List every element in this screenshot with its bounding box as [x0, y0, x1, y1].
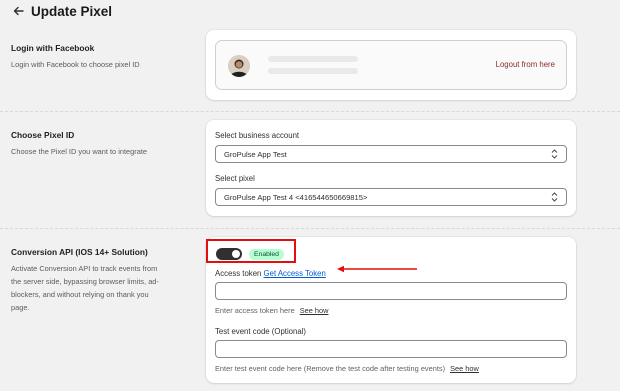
toggle-highlight-box: Enabled [206, 239, 296, 263]
pixel-section-title: Choose Pixel ID [11, 130, 75, 140]
avatar [228, 55, 250, 77]
business-account-label: Select business account [215, 131, 300, 140]
conversion-card: Enabled Access token Get Access Token En… [206, 237, 576, 383]
get-access-token-link[interactable]: Get Access Token [264, 269, 326, 278]
section-divider [0, 111, 620, 112]
test-code-help-text: Enter test event code here (Remove the t… [215, 364, 446, 373]
status-badge: Enabled [249, 249, 284, 260]
login-section-title: Login with Facebook [11, 43, 95, 53]
access-token-help-text: Enter access token here [215, 306, 295, 315]
pixel-section-description: Choose the Pixel ID you want to integrat… [11, 147, 147, 156]
access-token-label: Access token Get Access Token [215, 269, 326, 278]
chevron-up-down-icon [551, 191, 558, 205]
login-card: Logout from here [206, 30, 576, 100]
test-code-help: Enter test event code here (Remove the t… [215, 364, 479, 373]
conversion-api-toggle[interactable] [216, 248, 242, 260]
conversion-section-description: Activate Conversion API to track events … [11, 262, 159, 314]
login-section-description: Login with Facebook to choose pixel ID [11, 60, 140, 69]
test-code-label: Test event code (Optional) [215, 327, 307, 336]
pixel-label: Select pixel [215, 174, 255, 183]
see-how-link[interactable]: See how [300, 306, 329, 315]
description-line: page. [11, 303, 30, 312]
access-token-input[interactable] [215, 282, 567, 300]
arrow-left-icon[interactable] [13, 4, 27, 19]
pixel-value: GroPulse App Test 4 <416544650669815> [224, 193, 368, 202]
page-header: Update Pixel [13, 1, 112, 21]
access-token-help: Enter access token here See how [215, 306, 328, 315]
pixel-card: Select business account GroPulse App Tes… [206, 120, 576, 216]
account-name-placeholder [268, 56, 358, 62]
conversion-section-title: Conversion API (IOS 14+ Solution) [11, 247, 148, 257]
account-detail-placeholder [268, 68, 358, 74]
section-divider [0, 228, 620, 229]
facebook-account-box: Logout from here [215, 40, 567, 90]
description-line: the server side, bypassing browser limit… [11, 277, 159, 286]
description-line: Activate Conversion API to track events … [11, 264, 158, 273]
access-token-label-text: Access token [215, 269, 262, 278]
toggle-knob [232, 250, 240, 258]
see-how-link[interactable]: See how [450, 364, 479, 373]
page-title: Update Pixel [31, 3, 113, 19]
logout-link[interactable]: Logout from here [496, 60, 555, 69]
pixel-select[interactable]: GroPulse App Test 4 <416544650669815> [215, 188, 567, 206]
business-account-select[interactable]: GroPulse App Test [215, 145, 567, 163]
test-event-code-input[interactable] [215, 340, 567, 358]
business-account-value: GroPulse App Test [224, 150, 287, 159]
red-arrow-annotation [337, 265, 417, 273]
description-line: blockers, and without relying on thank y… [11, 290, 149, 299]
chevron-up-down-icon [551, 148, 558, 162]
